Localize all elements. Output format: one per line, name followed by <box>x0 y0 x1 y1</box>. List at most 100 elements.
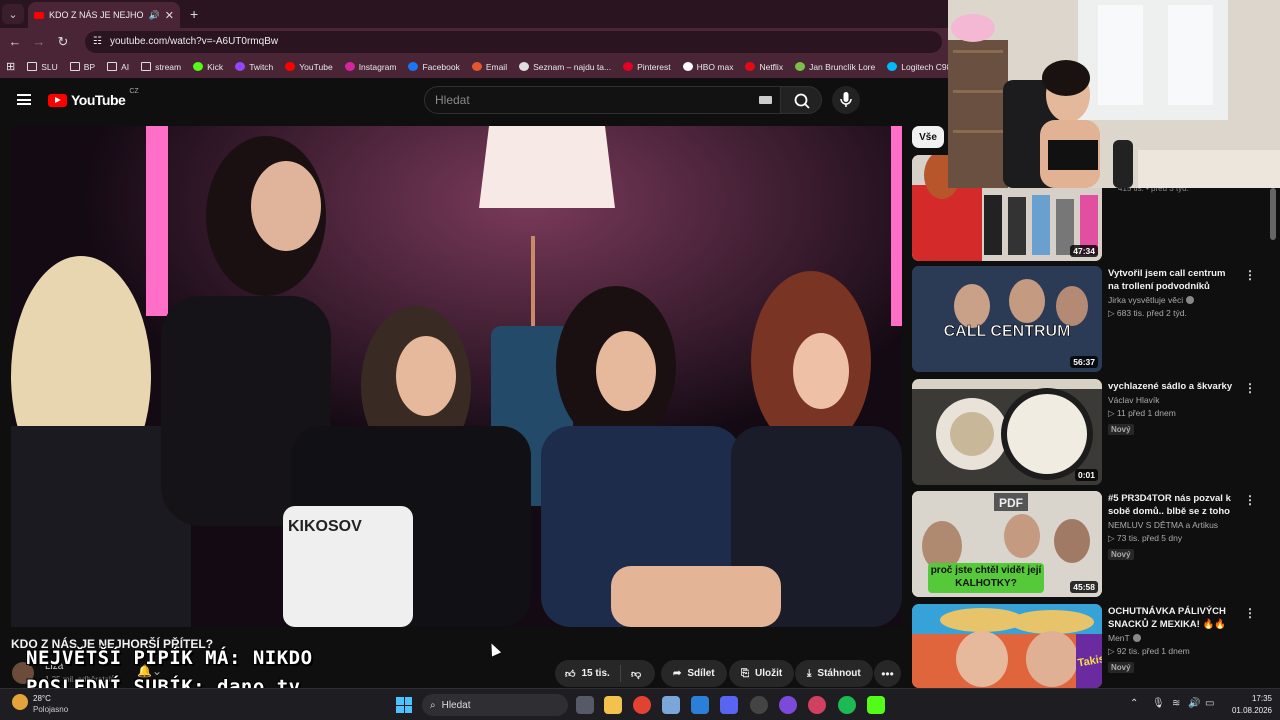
related-meta: ▷ 73 tis. před 5 dny <box>1108 533 1183 543</box>
search-input[interactable]: Hledat <box>424 86 780 114</box>
taskbar-search[interactable]: ⌕ Hledat <box>422 694 568 716</box>
seznam-icon <box>519 62 530 71</box>
youtube-header: YouTube CZ Hledat <box>0 78 948 124</box>
back-arrow-icon[interactable]: ← <box>3 34 27 49</box>
close-tab-icon[interactable]: ✕ <box>165 9 174 22</box>
bookmark-facebook[interactable]: Facebook <box>402 62 465 72</box>
microphone-tray-icon[interactable]: 🎙 <box>1152 698 1165 709</box>
app-circle-icon[interactable] <box>779 696 797 714</box>
filter-chip-all[interactable]: Vše <box>912 126 944 148</box>
tray-chevron-icon[interactable]: ⌃ <box>1130 698 1138 709</box>
task-view-icon[interactable] <box>576 696 594 714</box>
related-more-icon[interactable]: ⋮ <box>1244 606 1256 620</box>
chrome-icon[interactable] <box>633 696 651 714</box>
menu-hamburger-icon[interactable] <box>17 94 31 105</box>
related-thumbnail-1[interactable]: CALL CENTRUM 56:37 <box>912 266 1102 372</box>
weather-temperature[interactable]: 28°C <box>33 694 51 703</box>
download-label: Stáhnout <box>817 668 861 679</box>
bookmark-kick[interactable]: Kick <box>187 62 229 72</box>
bookmark-label: Instagram <box>358 61 397 72</box>
kick-app-icon[interactable] <box>867 696 885 714</box>
bookmark-label: Netflix <box>759 61 784 72</box>
hbo-icon <box>682 62 693 71</box>
bookmark-netflix[interactable]: Netflix <box>739 62 789 72</box>
bookmark-folder-bp[interactable]: BP <box>64 62 101 72</box>
more-actions-icon[interactable]: ••• <box>874 660 901 687</box>
weather-condition[interactable]: Polojasno <box>33 705 68 714</box>
like-button[interactable]: 👍︎ 15 tis. <box>555 665 621 682</box>
music-icon[interactable] <box>808 696 826 714</box>
related-channel: Jirka vysvětluje věci <box>1108 295 1184 305</box>
obs-icon[interactable] <box>750 696 768 714</box>
bookmark-instagram[interactable]: Instagram <box>339 62 403 72</box>
wifi-icon[interactable]: ≋ <box>1172 698 1180 709</box>
reload-icon[interactable]: ↻ <box>51 34 75 50</box>
share-arrow-icon: ➦ <box>673 668 682 679</box>
bookmark-logitech[interactable]: Logitech C980 Stre <box>881 62 948 72</box>
related-more-icon[interactable]: ⋮ <box>1244 381 1256 395</box>
webcam-overlay <box>948 0 1280 188</box>
settings-gear-icon[interactable] <box>662 696 680 714</box>
site-info-icon[interactable]: ☷ <box>93 36 102 47</box>
related-more-icon[interactable]: ⋮ <box>1244 493 1256 507</box>
related-info-2[interactable]: vychlazené sádlo a škvarky Václav Hlavík… <box>1108 380 1233 437</box>
voice-search-button[interactable] <box>832 86 860 114</box>
new-tab-button[interactable]: + <box>190 6 198 22</box>
sidebar-scrollbar[interactable] <box>1270 188 1276 240</box>
bookmark-icon: ⎘ <box>741 668 749 679</box>
bookmark-seznam[interactable]: Seznam – najdu ta... <box>513 62 617 72</box>
tab-title: KDO Z NÁS JE NEJHORŠÍ PŘ <box>49 10 144 20</box>
file-explorer-icon[interactable] <box>604 696 622 714</box>
folder-icon <box>141 62 152 71</box>
save-button[interactable]: ⎘ Uložit <box>729 660 795 687</box>
keyboard-icon[interactable] <box>759 96 772 104</box>
volume-icon[interactable]: 🔊 <box>1188 698 1200 709</box>
bookmark-folder-slu[interactable]: SLU <box>21 62 64 72</box>
download-button[interactable]: ⤓ Stáhnout <box>795 660 873 687</box>
related-thumbnail-2[interactable]: 0:01 <box>912 379 1102 485</box>
thumbnail-text: proč jste chtěl vidět její KALHOTKY? <box>930 565 1042 589</box>
bookmark-label: Jan Brunclík Lore <box>809 61 876 72</box>
tab-search-button[interactable]: ⌄ <box>2 4 24 24</box>
netflix-icon <box>745 62 756 71</box>
bookmark-hbo[interactable]: HBO max <box>677 62 740 72</box>
forward-arrow-icon[interactable]: → <box>27 34 51 49</box>
bookmark-twitch[interactable]: Twitch <box>229 62 279 72</box>
related-info-1[interactable]: Vytvořil jsem call centrum na trollení p… <box>1108 267 1233 319</box>
related-meta: ▷ 92 tis. před 1 dnem <box>1108 646 1190 656</box>
apps-grid-icon[interactable]: ⊞ <box>0 60 21 73</box>
folder-icon <box>107 62 118 71</box>
bookmark-label: HBO max <box>696 61 734 72</box>
youtube-logo[interactable]: YouTube CZ <box>48 88 139 108</box>
bookmark-folder-ai[interactable]: AI <box>101 62 135 72</box>
share-button[interactable]: ➦ Sdílet <box>661 660 727 687</box>
facebook-icon <box>408 62 419 71</box>
weather-sun-icon[interactable] <box>12 694 28 710</box>
related-more-icon[interactable]: ⋮ <box>1244 268 1256 282</box>
bookmark-folder-stream[interactable]: stream <box>135 62 187 72</box>
bookmark-label: Facebook <box>422 61 460 72</box>
bookmark-youtube[interactable]: YouTube <box>279 62 338 72</box>
search-button[interactable] <box>780 86 822 114</box>
new-badge: Nový <box>1108 549 1134 560</box>
bookmark-label: BP <box>83 61 96 72</box>
dislike-button[interactable]: 👎︎ <box>621 668 641 680</box>
browser-tab-active[interactable]: KDO Z NÁS JE NEJHORŠÍ PŘ 🔊 ✕ <box>28 2 180 28</box>
spotify-icon[interactable] <box>838 696 856 714</box>
url-field[interactable]: ☷ youtube.com/watch?v=-A6UT0rmqBw <box>85 30 942 53</box>
video-player[interactable]: KIKOSOV <box>11 126 902 627</box>
bookmark-brunclik[interactable]: Jan Brunclík Lore <box>789 62 881 72</box>
photos-icon[interactable] <box>691 696 709 714</box>
battery-icon[interactable]: ▭ <box>1205 698 1214 709</box>
related-info-3[interactable]: #5 PR3D4TOR nás pozval k sobě domů.. blb… <box>1108 492 1233 562</box>
logitech-icon <box>887 62 898 71</box>
bookmark-email[interactable]: Email <box>466 62 513 72</box>
related-info-4[interactable]: OCHUTNÁVKA PÁLIVÝCH SNACKŮ Z MEXIKA! 🔥🔥 … <box>1108 605 1233 675</box>
related-thumbnail-4[interactable]: Takis <box>912 604 1102 688</box>
discord-icon[interactable] <box>720 696 738 714</box>
windows-start-icon[interactable] <box>396 697 412 713</box>
speaker-icon[interactable]: 🔊 <box>149 10 160 21</box>
taskbar-clock[interactable]: 17:35 01.08.2026 <box>1222 694 1272 715</box>
related-thumbnail-3[interactable]: PDF proč jste chtěl vidět její KALHOTKY?… <box>912 491 1102 597</box>
bookmark-pinterest[interactable]: Pinterest <box>617 62 677 72</box>
